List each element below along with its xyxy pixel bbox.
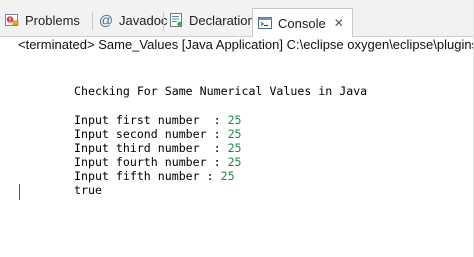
close-icon[interactable]: ✕	[334, 16, 344, 30]
console-line: Input third number : 25	[74, 141, 242, 155]
input-value: 25	[220, 169, 235, 183]
console-line: Input fifth number : 25	[74, 169, 235, 183]
tab-separator	[92, 12, 93, 30]
tab-declaration[interactable]: Declaration	[168, 9, 255, 31]
tab-declaration-label: Declaration	[189, 12, 255, 28]
tab-console-label: Console	[278, 15, 326, 31]
eclipse-console-view: Problems @ Javadoc Declaration Console ✕…	[0, 0, 474, 257]
console-process-status: <terminated> Same_Values [Java Applicati…	[18, 37, 474, 52]
input-value: 25	[227, 155, 242, 169]
tab-javadoc[interactable]: @ Javadoc	[98, 9, 168, 31]
input-prompt: Input first number :	[74, 113, 228, 127]
input-value: 25	[227, 127, 242, 141]
input-prompt: Input second number :	[74, 127, 228, 141]
input-value: 25	[227, 113, 242, 127]
tab-console[interactable]: Console ✕	[252, 8, 353, 37]
console-icon	[257, 15, 273, 31]
console-output-area[interactable]: Checking For Same Numerical Values in Ja…	[0, 58, 474, 257]
tab-javadoc-label: Javadoc	[119, 12, 168, 28]
console-line: Input fourth number : 25	[74, 155, 242, 169]
console-line: Input first number : 25	[74, 113, 242, 127]
tab-problems[interactable]: Problems	[4, 9, 80, 31]
input-prompt: Input fourth number :	[74, 155, 228, 169]
input-prompt: Input fifth number :	[74, 169, 221, 183]
console-heading: Checking For Same Numerical Values in Ja…	[74, 84, 368, 98]
console-line: Input second number : 25	[74, 127, 242, 141]
at-icon: @	[98, 12, 114, 28]
input-value: 25	[227, 141, 242, 155]
text-cursor	[19, 184, 20, 200]
declaration-icon	[168, 12, 184, 28]
tab-problems-label: Problems	[25, 12, 80, 28]
view-tab-bar: Problems @ Javadoc Declaration Console ✕	[0, 0, 474, 37]
problems-icon	[4, 12, 20, 28]
tab-separator	[163, 12, 164, 30]
input-prompt: Input third number :	[74, 141, 228, 155]
console-result: true	[74, 183, 102, 197]
